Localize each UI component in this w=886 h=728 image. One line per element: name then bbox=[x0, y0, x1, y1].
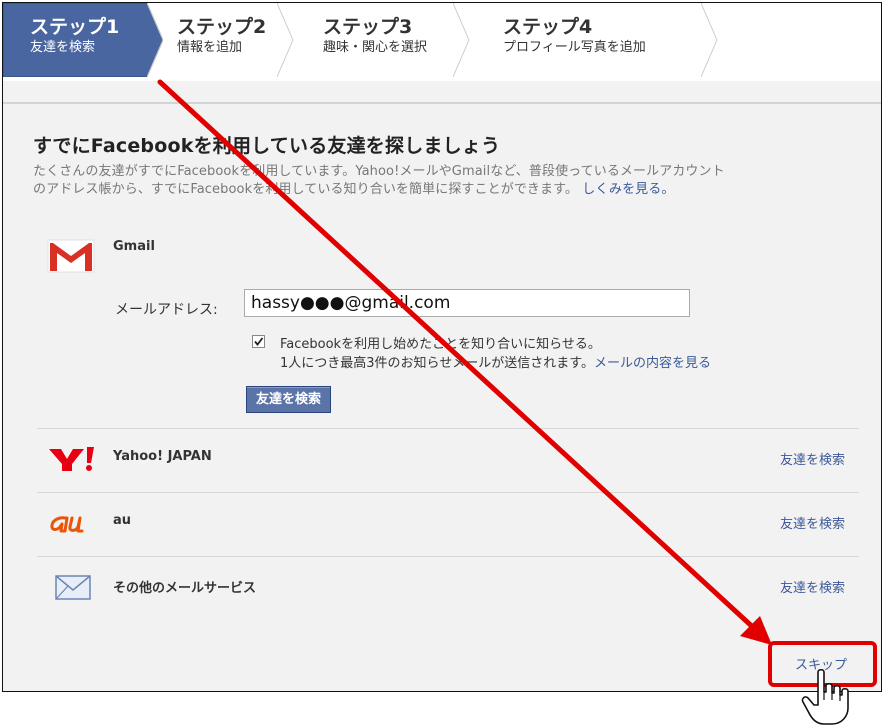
hand-pointer-icon bbox=[801, 668, 849, 725]
notify-note-text: 1人につき最高3件のお知らせメールが送信されます。 bbox=[280, 356, 594, 371]
description-line-2: のアドレス帳から、すでにFacebookを利用している知り合いを簡単に探すことが… bbox=[33, 181, 859, 199]
description-line-2-text: のアドレス帳から、すでにFacebookを利用している知り合いを簡単に探すことが… bbox=[33, 182, 579, 197]
yahoo-logo-icon bbox=[49, 447, 94, 471]
step-3-subtitle: 趣味・関心を選択 bbox=[323, 40, 428, 55]
step-2[interactable]: ステップ2 情報を追加 bbox=[147, 3, 307, 77]
page-title: すでにFacebookを利用している友達を探しましょう bbox=[33, 135, 501, 157]
notify-checkbox[interactable] bbox=[252, 335, 265, 348]
notify-label: Facebookを利用し始めたことを知り合いに知らせる。 bbox=[280, 337, 601, 352]
step-4-title: ステップ4 bbox=[503, 16, 593, 38]
email-preview-link[interactable]: メールの内容を見る bbox=[594, 356, 711, 371]
email-field[interactable] bbox=[244, 289, 690, 317]
search-friends-button[interactable]: 友達を検索 bbox=[246, 386, 332, 413]
email-label: メールアドレス: bbox=[115, 302, 218, 318]
service-search-link[interactable]: 友達を検索 bbox=[780, 449, 845, 468]
step-bar: ステップ1 友達を検索 ステップ2 情報を追加 ステップ3 趣味・関心を選択 ス… bbox=[3, 3, 881, 81]
header-divider bbox=[3, 102, 881, 104]
find-friends-panel: すでにFacebookを利用している友達を探しましょう たくさんの友達がすでにF… bbox=[33, 131, 859, 600]
description-line-1: たくさんの友達がすでにFacebookを利用しています。Yahoo!メールやGm… bbox=[33, 164, 725, 179]
gmail-logo-icon bbox=[47, 239, 95, 273]
service-row-yahoo: Yahoo! JAPAN 友達を検索 bbox=[33, 429, 859, 489]
check-icon bbox=[254, 337, 264, 346]
how-it-works-link[interactable]: しくみを見る。 bbox=[582, 182, 674, 197]
page-description: たくさんの友達がすでにFacebookを利用しています。Yahoo!メールやGm… bbox=[33, 163, 859, 199]
service-search-link[interactable]: 友達を検索 bbox=[780, 577, 845, 596]
step-1[interactable]: ステップ1 友達を検索 bbox=[3, 3, 163, 77]
envelope-icon bbox=[55, 575, 91, 600]
service-row-other: その他のメールサービス 友達を検索 bbox=[33, 557, 859, 617]
gmail-name: Gmail bbox=[113, 239, 155, 254]
step-1-subtitle: 友達を検索 bbox=[30, 40, 96, 55]
step-1-title: ステップ1 bbox=[30, 16, 120, 38]
step-4[interactable]: ステップ4 プロフィール写真を追加 bbox=[473, 3, 723, 77]
signup-wizard-frame: ステップ1 友達を検索 ステップ2 情報を追加 ステップ3 趣味・関心を選択 ス… bbox=[2, 2, 882, 692]
service-name: au bbox=[113, 513, 132, 528]
step-3[interactable]: ステップ3 趣味・関心を選択 bbox=[293, 3, 473, 77]
notify-note: 1人につき最高3件のお知らせメールが送信されます。メールの内容を見る bbox=[280, 352, 711, 371]
service-name: Yahoo! JAPAN bbox=[113, 449, 212, 464]
step-2-subtitle: 情報を追加 bbox=[177, 40, 243, 55]
service-name: その他のメールサービス bbox=[113, 581, 257, 596]
service-row-au: au 友達を検索 bbox=[33, 493, 859, 553]
step-2-title: ステップ2 bbox=[177, 16, 267, 38]
step-4-subtitle: プロフィール写真を追加 bbox=[503, 40, 646, 55]
au-logo-icon bbox=[50, 516, 84, 533]
service-search-link[interactable]: 友達を検索 bbox=[780, 513, 845, 532]
step-3-title: ステップ3 bbox=[323, 16, 413, 38]
gmail-row: Gmail bbox=[47, 239, 155, 277]
